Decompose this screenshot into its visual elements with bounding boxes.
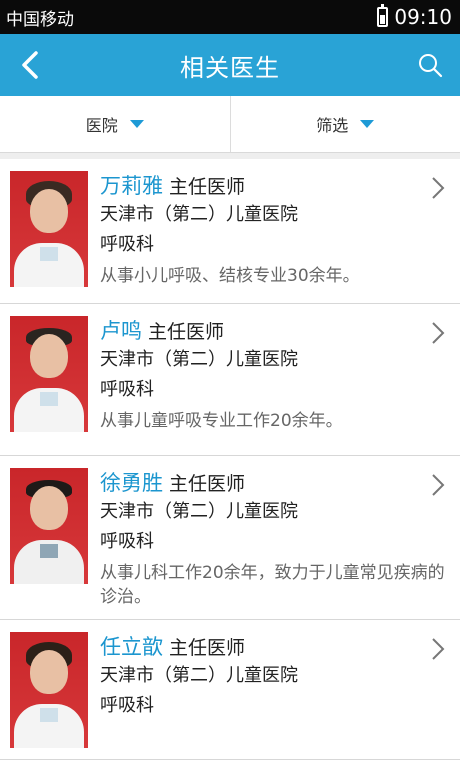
doctor-department: 呼吸科 [100, 527, 450, 557]
doctor-card[interactable]: 任立歆主任医师 天津市（第二）儿童医院 呼吸科 [0, 620, 460, 760]
doctor-card[interactable]: 徐勇胜主任医师 天津市（第二）儿童医院 呼吸科 从事儿科工作20余年，致力于儿童… [0, 456, 460, 620]
doctor-list: 万莉雅主任医师 天津市（第二）儿童医院 呼吸科 从事小儿呼吸、结核专业30余年。… [0, 159, 460, 760]
doctor-title: 主任医师 [169, 176, 245, 198]
search-icon [417, 52, 443, 78]
screen-filter[interactable]: 筛选 [230, 96, 460, 152]
doctor-name: 徐勇胜 [100, 471, 163, 495]
page-title: 相关医生 [180, 48, 280, 83]
doctor-info: 万莉雅主任医师 天津市（第二）儿童医院 呼吸科 从事小儿呼吸、结核专业30余年。 [100, 169, 450, 293]
title-bar: 相关医生 [0, 34, 460, 96]
battery-icon [377, 7, 388, 27]
clock: 09:10 [394, 5, 452, 29]
status-bar: 中国移动 09:10 [0, 0, 460, 34]
chevron-right-icon [426, 470, 450, 500]
doctor-hospital: 天津市（第二）儿童医院 [100, 345, 450, 375]
chevron-right-icon [426, 173, 450, 203]
doctor-name: 卢鸣 [100, 319, 142, 343]
doctor-hospital: 天津市（第二）儿童医院 [100, 661, 450, 691]
doctor-name: 万莉雅 [100, 174, 163, 198]
doctor-info: 任立歆主任医师 天津市（第二）儿童医院 呼吸科 [100, 630, 450, 749]
chevron-left-icon [19, 50, 41, 80]
caret-down-icon [130, 120, 144, 128]
doctor-department: 呼吸科 [100, 691, 450, 721]
search-button[interactable] [410, 34, 450, 96]
doctor-title: 主任医师 [148, 321, 224, 343]
doctor-hospital: 天津市（第二）儿童医院 [100, 497, 450, 527]
filter-bar: 医院 筛选 [0, 96, 460, 153]
doctor-photo [10, 632, 88, 748]
doctor-card[interactable]: 卢鸣主任医师 天津市（第二）儿童医院 呼吸科 从事儿童呼吸专业工作20余年。 [0, 304, 460, 456]
chevron-right-icon [426, 634, 450, 664]
doctor-photo [10, 316, 88, 432]
carrier-label: 中国移动 [6, 5, 74, 30]
doctor-department: 呼吸科 [100, 230, 450, 260]
doctor-info: 徐勇胜主任医师 天津市（第二）儿童医院 呼吸科 从事儿科工作20余年，致力于儿童… [100, 466, 450, 609]
screen-filter-label: 筛选 [316, 112, 348, 136]
doctor-hospital: 天津市（第二）儿童医院 [100, 200, 450, 230]
chevron-right-icon [426, 318, 450, 348]
doctor-description: 从事儿科工作20余年，致力于儿童常见疾病的诊治。 [100, 561, 450, 609]
doctor-title: 主任医师 [169, 473, 245, 495]
doctor-name: 任立歆 [100, 635, 163, 659]
status-right: 09:10 [377, 5, 452, 29]
hospital-filter-label: 医院 [86, 112, 118, 136]
caret-down-icon [360, 120, 374, 128]
back-button[interactable] [10, 34, 50, 96]
doctor-card[interactable]: 万莉雅主任医师 天津市（第二）儿童医院 呼吸科 从事小儿呼吸、结核专业30余年。 [0, 159, 460, 304]
doctor-info: 卢鸣主任医师 天津市（第二）儿童医院 呼吸科 从事儿童呼吸专业工作20余年。 [100, 314, 450, 445]
doctor-description: 从事儿童呼吸专业工作20余年。 [100, 409, 450, 433]
doctor-photo [10, 171, 88, 287]
hospital-filter[interactable]: 医院 [0, 96, 230, 152]
doctor-photo [10, 468, 88, 584]
doctor-description: 从事小儿呼吸、结核专业30余年。 [100, 264, 450, 288]
doctor-title: 主任医师 [169, 637, 245, 659]
doctor-department: 呼吸科 [100, 375, 450, 405]
